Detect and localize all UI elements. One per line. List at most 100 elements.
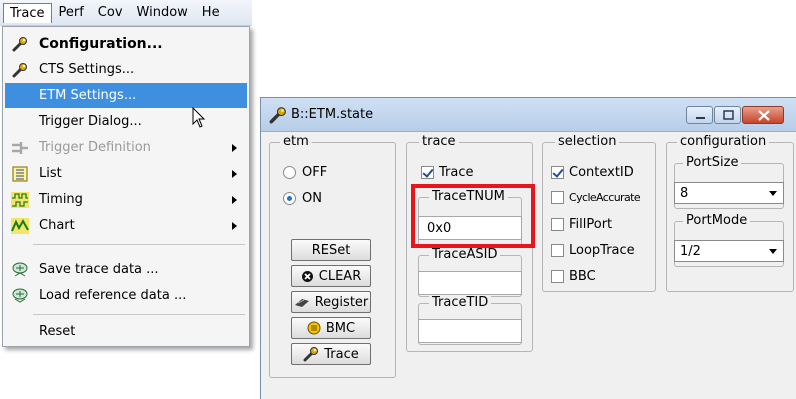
configuration-group: configuration PortSize 8 PortMode 1/2 [666, 134, 794, 292]
checkbox[interactable] [551, 191, 564, 204]
menu-item-save-trace-data[interactable]: Save trace data ... [5, 257, 247, 282]
button-label: RESet [311, 242, 351, 258]
minimize-button[interactable] [686, 106, 713, 124]
menu-item-trigger-dialog[interactable]: Trigger Dialog... [5, 109, 247, 134]
wrench-icon [11, 35, 29, 53]
menu-item-timing[interactable]: Timing [5, 187, 247, 212]
checkbox[interactable] [551, 166, 564, 179]
menu-separator [33, 244, 245, 245]
menu-item-chart[interactable]: Chart [5, 213, 247, 238]
select-value: 1/2 [680, 243, 701, 259]
menu-item-label: Reset [39, 324, 76, 339]
minimize-icon [696, 117, 705, 119]
reset-button[interactable]: RESet [291, 239, 371, 261]
button-label: BMC [325, 320, 356, 336]
looptrace-checkbox[interactable]: LoopTrace [551, 243, 635, 258]
etm-group-legend: etm [280, 134, 312, 150]
portsize-select[interactable]: 8 [674, 182, 784, 204]
window-controls [685, 106, 784, 124]
menu-item-configuration[interactable]: Configuration... [5, 31, 247, 56]
portmode-group: PortMode 1/2 [674, 213, 784, 267]
trace-button[interactable]: Trace [291, 343, 371, 365]
wrench-icon [11, 61, 29, 79]
checkbox-label: CycleAccurate [569, 191, 641, 204]
submenu-arrow-icon [232, 221, 237, 230]
checkbox-label: LoopTrace [569, 243, 635, 258]
checkbox[interactable] [551, 270, 564, 283]
maximize-icon [723, 110, 734, 120]
checkbox[interactable] [421, 166, 434, 179]
traceasid-legend: TraceASID [429, 247, 501, 263]
checkbox[interactable] [551, 218, 564, 231]
menu-trace[interactable]: Trace [3, 2, 52, 23]
radio-label: OFF [302, 165, 328, 180]
portsize-legend: PortSize [683, 155, 742, 171]
chevron-down-icon [769, 191, 777, 196]
etm-on-radio[interactable]: ON [283, 191, 322, 206]
configuration-group-legend: configuration [677, 134, 770, 150]
bmc-button[interactable]: BMC [291, 317, 371, 339]
clear-icon [301, 270, 314, 283]
cycleaccurate-checkbox[interactable]: CycleAccurate [551, 191, 641, 204]
checkbox-label: Trace [439, 165, 474, 180]
maximize-button[interactable] [714, 106, 741, 124]
button-label: CLEAR [318, 268, 362, 284]
portmode-select[interactable]: 1/2 [674, 240, 784, 262]
menu-help[interactable]: He [195, 3, 227, 22]
load-reference-icon [11, 287, 29, 305]
clear-button[interactable]: CLEAR [291, 265, 371, 287]
menu-item-label: Save trace data ... [39, 262, 159, 277]
tracetid-input[interactable] [418, 319, 522, 343]
mouse-cursor-icon [192, 106, 206, 133]
list-icon [11, 165, 29, 183]
checkbox-label: FillPort [569, 217, 613, 232]
window-titlebar[interactable]: B::ETM.state [261, 98, 796, 132]
chevron-down-icon [769, 249, 777, 254]
menu-item-trigger-definition: Trigger Definition [5, 135, 247, 160]
close-button[interactable] [742, 106, 784, 124]
bbc-checkbox[interactable]: BBC [551, 269, 596, 284]
etm-off-radio[interactable]: OFF [283, 165, 327, 180]
button-label: Register [314, 294, 369, 310]
submenu-arrow-icon [232, 143, 237, 152]
checkbox-label: BBC [569, 269, 596, 284]
menu-item-label: CTS Settings... [39, 62, 135, 77]
menu-item-label: Trigger Dialog... [39, 114, 142, 129]
traceasid-input[interactable] [418, 271, 522, 295]
menu-item-label: Configuration... [39, 35, 163, 52]
menu-item-label: ETM Settings... [39, 88, 137, 103]
checkbox[interactable] [551, 244, 564, 257]
menu-item-list[interactable]: List [5, 161, 247, 186]
menu-item-label: Trigger Definition [39, 140, 151, 155]
menu-bar: Trace Perf Cov Window He [0, 0, 252, 26]
contextid-checkbox[interactable]: ContextID [551, 165, 634, 180]
menu-item-etm-settings[interactable]: ETM Settings... [5, 83, 247, 108]
menu-item-reset[interactable]: Reset [5, 319, 247, 344]
menu-window[interactable]: Window [130, 3, 195, 22]
menu-perf[interactable]: Perf [52, 3, 91, 22]
portmode-legend: PortMode [683, 213, 751, 229]
menu-item-cts-settings[interactable]: CTS Settings... [5, 57, 247, 82]
trace-checkbox[interactable]: Trace [421, 165, 474, 180]
wrench-icon [303, 346, 319, 362]
select-value: 8 [680, 185, 689, 201]
radio-button[interactable] [283, 192, 296, 205]
checkbox-label: ContextID [569, 165, 634, 180]
menu-item-load-reference-data[interactable]: Load reference data ... [5, 283, 247, 308]
submenu-arrow-icon [232, 169, 237, 178]
chip-icon [294, 296, 310, 308]
timing-icon [11, 191, 29, 209]
radio-button[interactable] [283, 166, 296, 179]
menu-item-label: Timing [39, 192, 83, 207]
window-title: B::ETM.state [291, 107, 374, 122]
tracetid-legend: TraceTID [429, 295, 492, 311]
etm-state-window: B::ETM.state etm OFF ON RESet CLEAR Regi… [260, 97, 796, 399]
button-label: Trace [324, 346, 359, 362]
close-icon [758, 110, 770, 121]
fillport-checkbox[interactable]: FillPort [551, 217, 612, 232]
submenu-arrow-icon [232, 195, 237, 204]
menu-cov[interactable]: Cov [91, 3, 130, 22]
trigger-icon [11, 139, 29, 157]
save-trace-icon [11, 261, 29, 279]
register-button[interactable]: Register [291, 291, 371, 313]
